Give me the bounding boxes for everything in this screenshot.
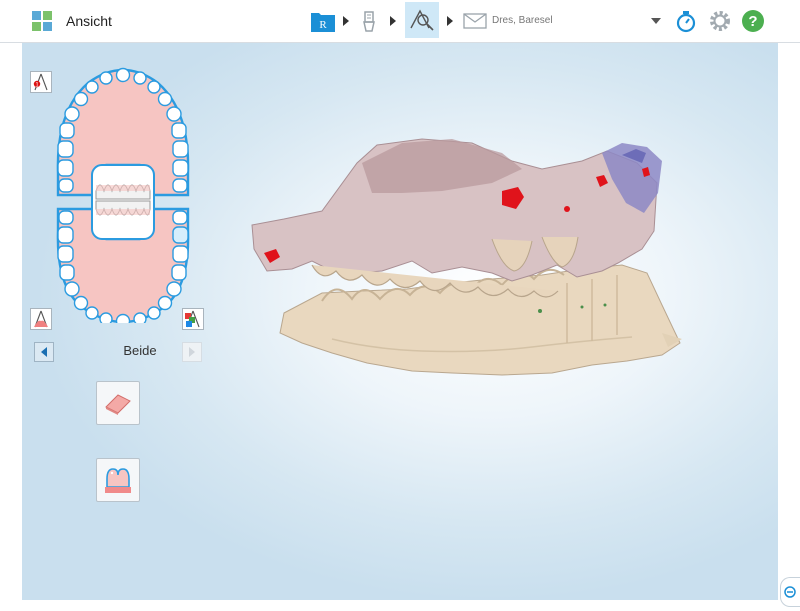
workflow-arrow [447,16,453,26]
3d-viewer-canvas[interactable]: 1 Beide [22,43,800,607]
workflow-step-scan[interactable] [356,8,382,34]
help-icon[interactable]: ? [741,9,765,33]
view-tools-icon [410,9,434,31]
expand-icon [784,586,796,598]
envelope-icon [463,13,487,29]
workflow-arrow [343,16,349,26]
app-grid-icon[interactable] [32,11,52,31]
workflow-arrow [390,16,396,26]
eraser-tool-button[interactable] [96,381,140,425]
workflow-step-send[interactable] [462,8,488,34]
side-panel-handle[interactable] [780,577,800,607]
workflow-step-view[interactable] [405,2,439,38]
timer-icon[interactable] [674,9,698,33]
chevron-right-icon [189,347,195,357]
eraser-icon [105,394,131,415]
upper-tool-icon [34,310,48,328]
scan-icon [363,11,375,32]
patient-name[interactable]: Dres, Baresel [492,15,553,26]
dropdown-icon[interactable] [651,18,661,24]
margin-line-icon [105,468,131,493]
top-bar: Ansicht R Dres, Baresel ? [0,0,800,43]
tooth-chart[interactable] [48,61,198,323]
jaw-selection-label: Beide [123,343,157,358]
margin-line-tool-button[interactable] [96,458,140,502]
app-title: Ansicht [66,13,112,29]
upper-tool-button[interactable] [30,308,52,330]
jaw-prev-button[interactable] [34,342,54,362]
jaw-next-button[interactable] [182,342,202,362]
svg-text:?: ? [748,13,757,30]
lower-color-tool-button[interactable] [182,308,204,330]
chevron-left-icon [41,347,47,357]
workflow-step-rx[interactable]: R [310,8,336,34]
rx-icon: R [311,13,335,32]
lower-color-tool-icon [185,310,200,328]
svg-text:R: R [319,19,327,31]
gear-icon[interactable] [708,9,732,33]
